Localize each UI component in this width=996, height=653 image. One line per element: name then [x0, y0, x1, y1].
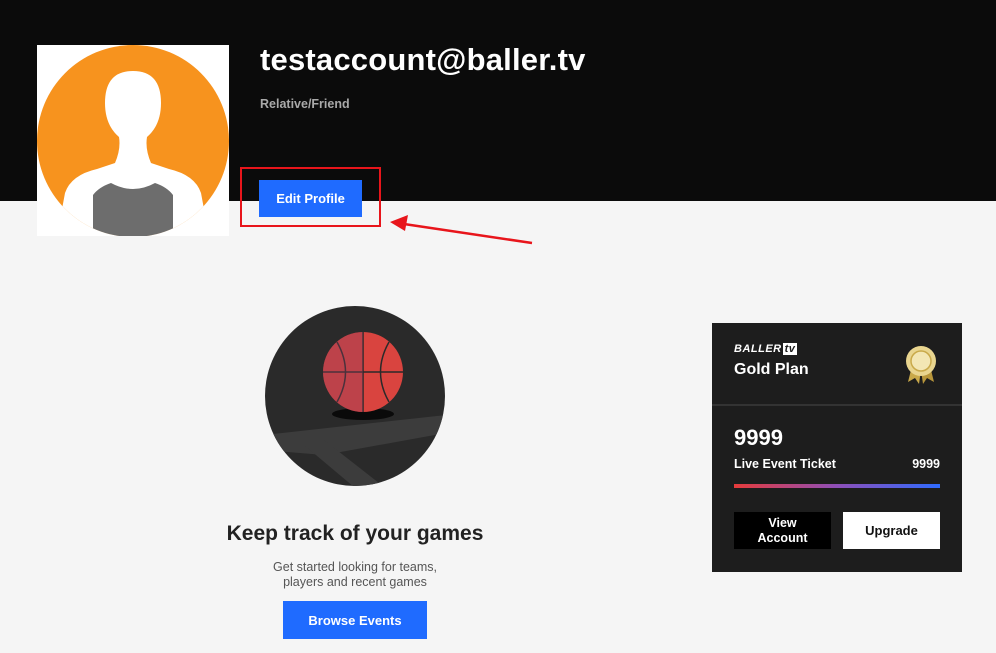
view-account-line1: View	[768, 515, 797, 530]
ticket-count: 9999	[734, 425, 783, 450]
edit-profile-button[interactable]: Edit Profile	[259, 180, 362, 217]
empty-state-subtitle-line1: Get started looking for teams,	[273, 560, 437, 574]
ticket-progress-fill	[734, 484, 940, 488]
empty-state-title: Keep track of your games	[226, 522, 484, 545]
logo-tv-text: tv	[782, 343, 798, 355]
gold-medal-icon	[906, 346, 936, 384]
basketball-illustration-icon	[265, 306, 445, 486]
profile-email: testaccount@baller.tv	[260, 42, 586, 77]
user-silhouette-icon	[37, 45, 229, 236]
ticket-value: 9999	[912, 457, 940, 471]
empty-state-subtitle: Get started looking for teams, players a…	[240, 560, 470, 590]
avatar	[37, 45, 229, 236]
empty-state-subtitle-line2: players and recent games	[283, 575, 427, 589]
view-account-line2: Account	[757, 530, 808, 545]
upgrade-button[interactable]: Upgrade	[843, 512, 940, 549]
browse-events-button[interactable]: Browse Events	[283, 601, 427, 639]
plan-name: Gold Plan	[734, 361, 809, 378]
plan-card: BALLER tv Gold Plan 9999 Live Event Ticke…	[712, 323, 962, 572]
ballertv-logo: BALLER tv	[734, 343, 798, 355]
ticket-progress-bar	[734, 484, 940, 488]
logo-brand-text: BALLER	[734, 343, 782, 355]
view-account-button[interactable]: View Account	[734, 512, 831, 549]
profile-role: Relative/Friend	[260, 97, 350, 111]
annotation-arrow-icon	[390, 215, 533, 245]
ticket-label: Live Event Ticket	[734, 457, 836, 471]
plan-divider	[712, 404, 962, 406]
